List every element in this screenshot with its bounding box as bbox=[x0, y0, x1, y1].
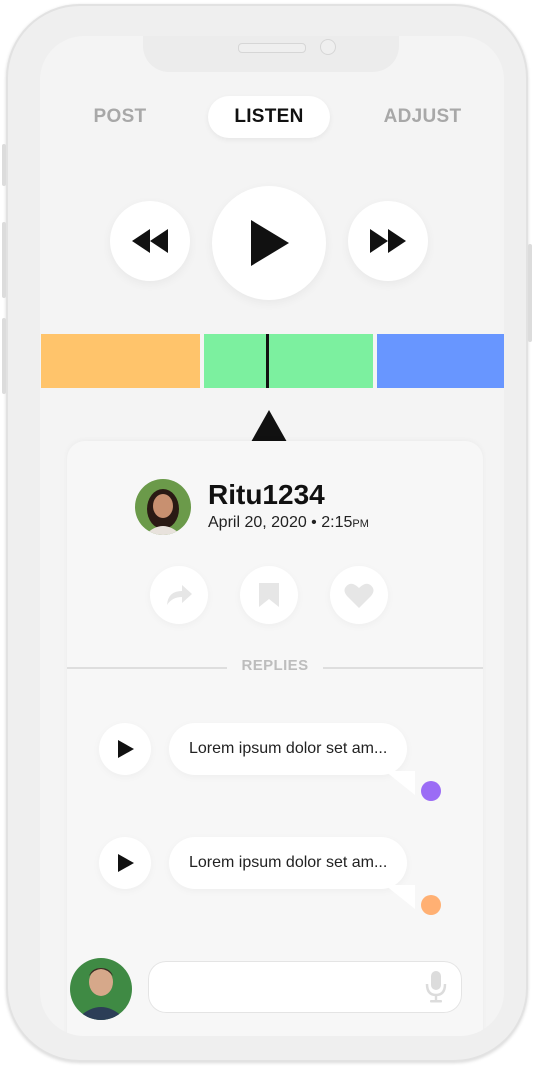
fast-forward-icon bbox=[370, 229, 406, 253]
timeline-segment-green[interactable] bbox=[204, 334, 373, 388]
reply-bubble[interactable]: Lorem ipsum dolor set am... bbox=[169, 837, 408, 889]
post-card: Ritu1234 April 20, 2020 • 2:15PM REPLIES bbox=[67, 441, 483, 1036]
post-timestamp: April 20, 2020 • 2:15PM bbox=[208, 514, 369, 532]
bookmark-icon bbox=[259, 583, 279, 607]
reply-bubble-tail bbox=[385, 771, 415, 795]
heart-icon bbox=[344, 583, 374, 608]
phone-frame: POST LISTEN ADJUST Ritu1234 April 20, 20… bbox=[2, 4, 532, 1062]
selection-marker bbox=[251, 410, 287, 442]
volume-down-button bbox=[2, 318, 6, 394]
front-camera bbox=[320, 39, 336, 55]
tab-post[interactable]: POST bbox=[70, 96, 170, 138]
reply-play-button[interactable] bbox=[99, 723, 151, 775]
play-icon bbox=[251, 220, 289, 266]
post-date-text: April 20, 2020 • 2:15 bbox=[208, 514, 353, 531]
fast-forward-button[interactable] bbox=[348, 201, 428, 281]
speaker bbox=[238, 43, 306, 53]
reply-bubble[interactable]: Lorem ipsum dolor set am... bbox=[169, 723, 408, 775]
user-avatar-icon bbox=[135, 479, 191, 535]
reply-compose-field[interactable] bbox=[148, 961, 462, 1013]
timeline-segment-orange[interactable] bbox=[41, 334, 200, 388]
microphone-icon[interactable] bbox=[424, 970, 448, 1004]
volume-up-button bbox=[2, 222, 6, 298]
avatar[interactable] bbox=[135, 479, 191, 535]
share-button[interactable] bbox=[150, 566, 208, 624]
play-icon bbox=[118, 740, 134, 758]
power-button bbox=[528, 244, 532, 342]
silent-switch bbox=[2, 144, 6, 186]
replies-divider-left bbox=[67, 667, 227, 669]
current-user-avatar[interactable] bbox=[70, 958, 132, 1020]
playhead[interactable] bbox=[266, 334, 269, 388]
rewind-icon bbox=[132, 229, 168, 253]
like-button[interactable] bbox=[330, 566, 388, 624]
timeline-segment-blue[interactable] bbox=[377, 334, 504, 388]
post-username[interactable]: Ritu1234 bbox=[208, 479, 325, 511]
replies-label: REPLIES bbox=[241, 657, 309, 674]
tab-listen[interactable]: LISTEN bbox=[208, 96, 330, 138]
app-screen: POST LISTEN ADJUST Ritu1234 April 20, 20… bbox=[40, 36, 504, 1036]
rewind-button[interactable] bbox=[110, 201, 190, 281]
reply-status-dot bbox=[421, 895, 441, 915]
share-icon bbox=[167, 585, 192, 605]
reply-play-button[interactable] bbox=[99, 837, 151, 889]
replies-divider-right bbox=[323, 667, 483, 669]
reply-bubble-tail bbox=[385, 885, 415, 909]
post-time-ampm: PM bbox=[352, 518, 369, 530]
notch bbox=[143, 36, 399, 72]
play-icon bbox=[118, 854, 134, 872]
tab-adjust[interactable]: ADJUST bbox=[370, 96, 475, 138]
bookmark-button[interactable] bbox=[240, 566, 298, 624]
mode-tabs: POST LISTEN ADJUST bbox=[40, 96, 504, 138]
reply-status-dot bbox=[421, 781, 441, 801]
play-button[interactable] bbox=[212, 186, 326, 300]
user-avatar-icon bbox=[70, 958, 132, 1020]
